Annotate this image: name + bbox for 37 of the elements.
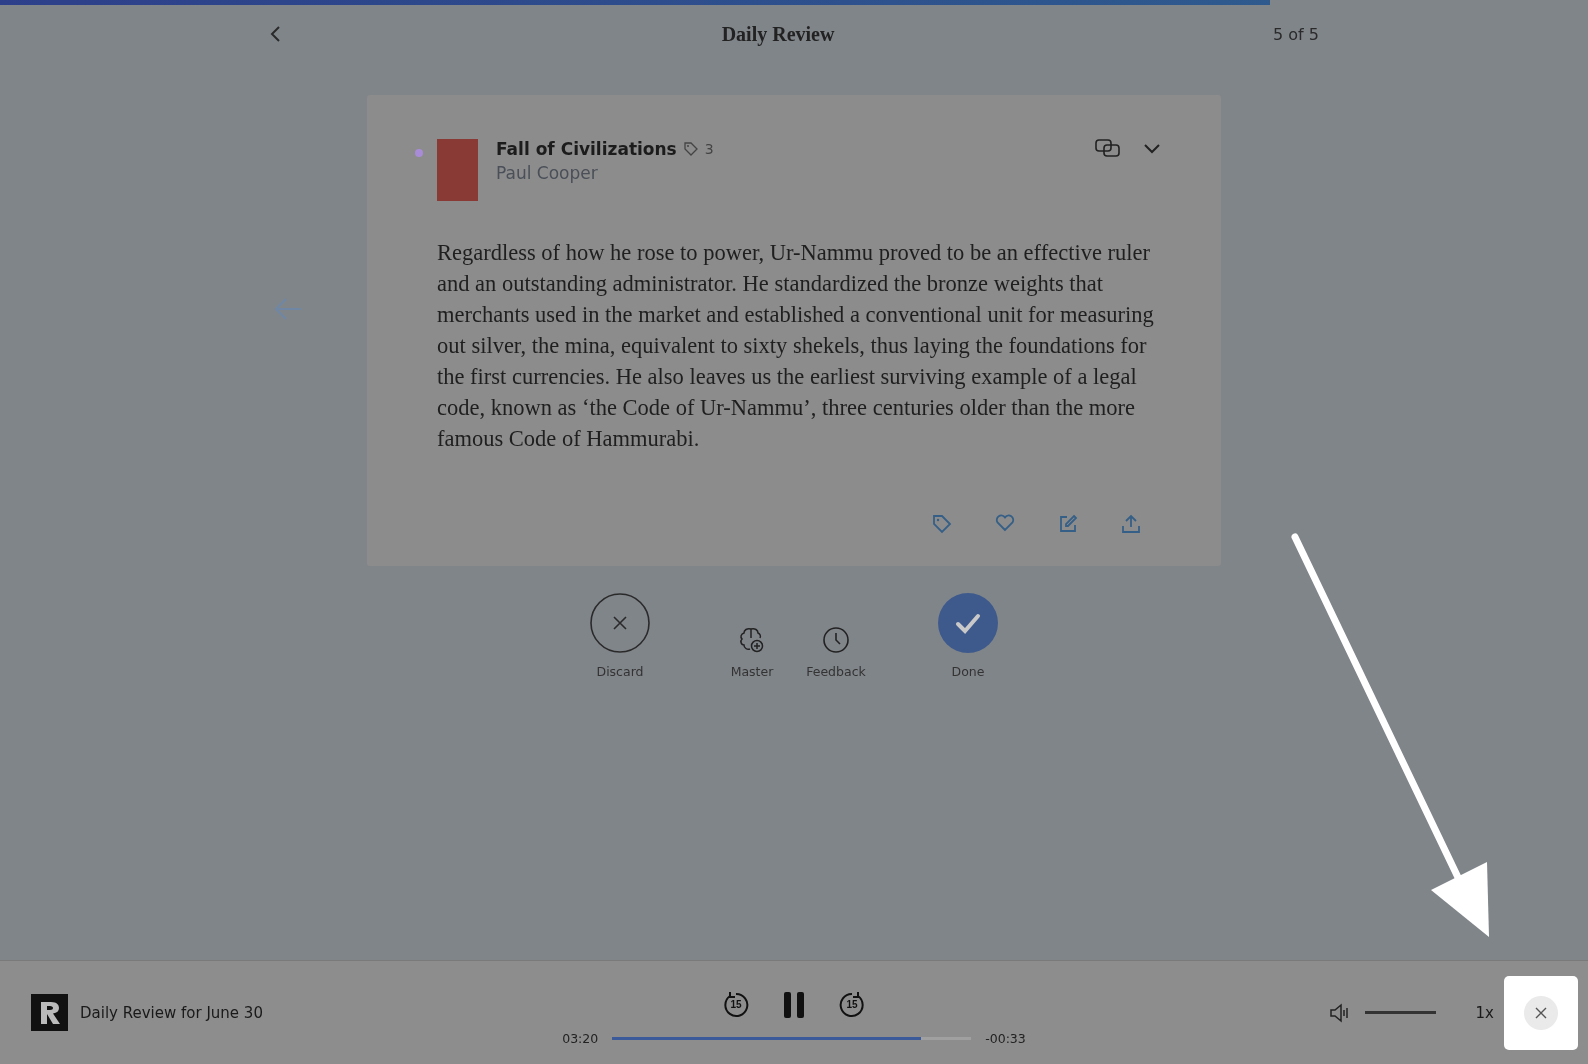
back-icon[interactable] <box>269 24 283 44</box>
feedback-button[interactable]: Feedback <box>794 626 878 679</box>
chevron-down-icon[interactable] <box>1143 143 1161 155</box>
speaker-icon[interactable] <box>1328 1002 1351 1023</box>
unread-dot <box>415 149 423 157</box>
page-title: Daily Review <box>721 22 835 46</box>
chat-bubbles-icon[interactable] <box>1095 139 1121 159</box>
highlight-text: Regardless of how he rose to power, Ur-Nammu proved to be an effective ruler and an outstanding administrator. He standardized the bronze weights that merchants used in the market and established a conventional unit for measuring out silver, the mina, equivalent to sixty shekels, thus laying the foundations for the first currencies. He also leaves us the earliest surviving example of a legal code, known as ‘the Code of Ur-Nammu’, three centuries older than the more famous Code of Hammurabi. <box>437 239 1155 453</box>
tag-count: 3 <box>704 141 714 157</box>
playback-speed-button[interactable]: 1x <box>1475 1003 1494 1022</box>
master-button[interactable]: Master <box>710 626 794 679</box>
discard-button[interactable]: Discard <box>578 592 662 679</box>
volume-slider[interactable] <box>1364 1011 1436 1014</box>
pause-icon[interactable] <box>783 991 805 1019</box>
close-button[interactable] <box>1524 995 1558 1030</box>
player-title: Daily Review for June 30 <box>80 1003 263 1022</box>
seek-bar[interactable] <box>612 1037 972 1040</box>
close-icon <box>1535 1006 1547 1019</box>
app-logo-icon <box>31 994 68 1031</box>
edit-icon[interactable] <box>1058 514 1078 534</box>
tag-icon <box>682 141 699 157</box>
book-cover-placeholder <box>437 139 478 201</box>
rewind-button[interactable]: 15 <box>722 991 750 1019</box>
review-counter: 5 of 5 <box>1273 24 1319 44</box>
close-icon <box>589 592 651 654</box>
elapsed-time: 03:20 <box>562 1031 599 1046</box>
remaining-time: -00:33 <box>985 1031 1026 1046</box>
done-button[interactable]: Done <box>926 592 1010 679</box>
heart-icon[interactable] <box>995 514 1015 532</box>
brain-plus-icon <box>738 626 766 654</box>
book-title: Fall of Civilizations <box>496 139 677 159</box>
checkmark-icon <box>937 592 999 654</box>
clock-icon <box>822 626 850 654</box>
forward-button[interactable]: 15 <box>838 991 866 1019</box>
tag-icon[interactable] <box>932 514 952 534</box>
book-author: Paul Cooper <box>496 163 599 183</box>
share-icon[interactable] <box>1121 514 1141 534</box>
